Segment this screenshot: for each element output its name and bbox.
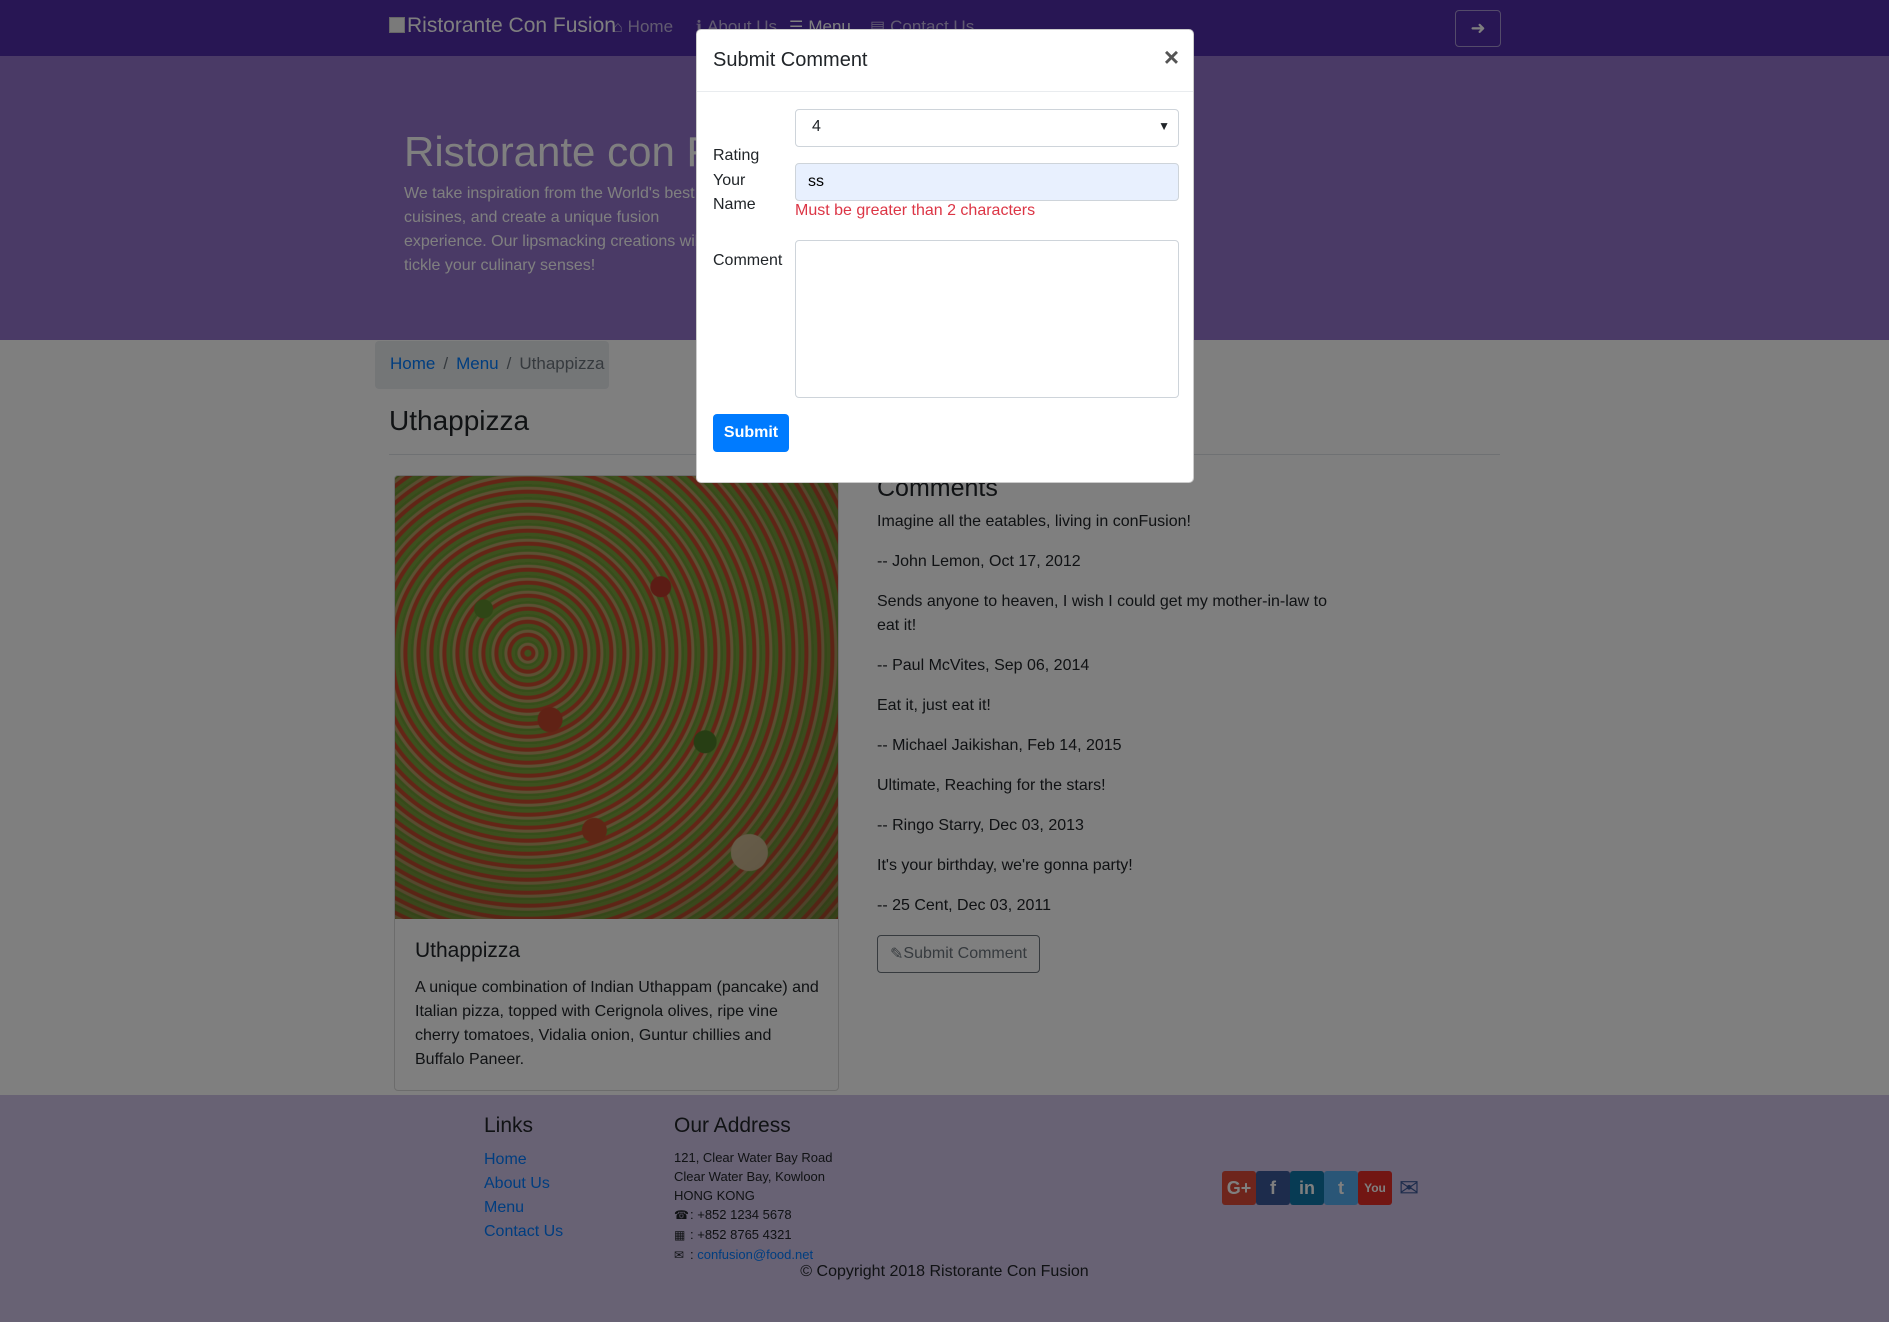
close-icon[interactable]: × bbox=[1164, 44, 1179, 70]
comment-textarea[interactable] bbox=[795, 240, 1179, 398]
rating-value: 4 bbox=[812, 118, 821, 135]
rating-select[interactable]: 4 ▼ bbox=[795, 109, 1179, 147]
comment-label: Comment bbox=[713, 252, 783, 269]
chevron-down-icon: ▼ bbox=[1158, 119, 1170, 133]
name-error-message: Must be greater than 2 characters bbox=[795, 202, 1036, 219]
name-input[interactable]: ss bbox=[795, 163, 1179, 201]
modal-header: Submit Comment × bbox=[697, 30, 1193, 92]
rating-label: Rating bbox=[713, 147, 760, 164]
name-label: Your Name bbox=[713, 172, 756, 213]
modal-title: Submit Comment bbox=[713, 49, 868, 71]
submit-comment-modal: Submit Comment × Rating 4 ▼ Your Name ss… bbox=[696, 29, 1194, 483]
submit-button[interactable]: Submit bbox=[713, 414, 789, 452]
